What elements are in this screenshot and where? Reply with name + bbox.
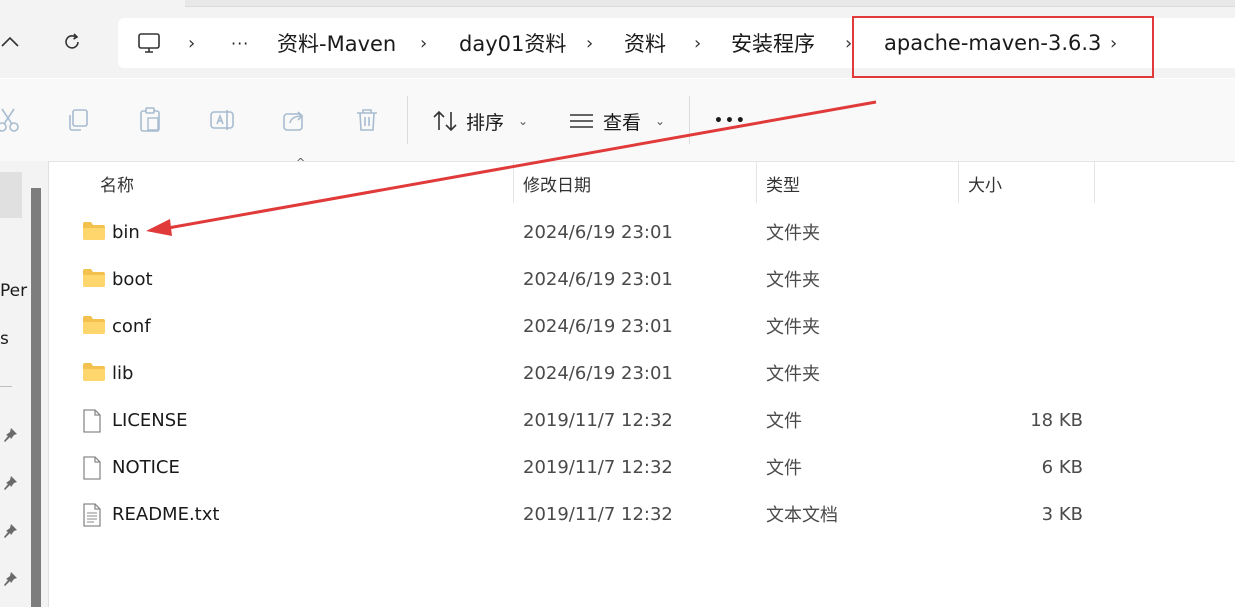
sort-button[interactable]: 排序 ⌄: [432, 104, 528, 138]
breadcrumb-item[interactable]: 资料: [624, 18, 666, 68]
tab-strip-edge: [185, 0, 1235, 7]
file-name[interactable]: lib: [112, 350, 133, 396]
sort-icon: [433, 110, 457, 132]
file-row[interactable]: lib 2024/6/19 23:01 文件夹: [60, 350, 1180, 396]
toolbar-divider: [407, 96, 408, 144]
nav-divider: [0, 386, 12, 387]
copy-icon[interactable]: [62, 104, 94, 136]
text-file-icon: [82, 503, 106, 527]
breadcrumb-item[interactable]: 安装程序: [731, 18, 815, 68]
column-header-type[interactable]: 类型: [766, 161, 800, 205]
more-options-button[interactable]: •••: [714, 104, 747, 138]
annotation-highlight-box: [852, 16, 1154, 78]
file-row[interactable]: boot 2024/6/19 23:01 文件夹: [60, 256, 1180, 302]
folder-icon: [82, 268, 106, 290]
file-type: 文本文档: [766, 505, 838, 526]
column-header-size[interactable]: 大小: [968, 161, 1002, 205]
file-type: 文件夹: [766, 270, 820, 291]
rename-icon[interactable]: [206, 104, 238, 136]
chevron-right-icon: ›: [188, 32, 196, 54]
view-list-icon: [570, 114, 593, 128]
share-icon[interactable]: [278, 104, 310, 136]
file-type: 文件夹: [766, 364, 820, 385]
file-date: 2024/6/19 23:01: [523, 268, 673, 290]
breadcrumb-item[interactable]: day01资料: [459, 18, 566, 68]
file-type: 文件: [766, 411, 802, 432]
file-size: 6 KB: [1041, 456, 1083, 478]
nav-item-selected[interactable]: [0, 172, 22, 218]
breadcrumb-overflow[interactable]: ···: [231, 18, 249, 68]
chevron-right-icon[interactable]: ›: [586, 18, 593, 68]
file-date: 2024/6/19 23:01: [523, 362, 673, 384]
pin-icon[interactable]: [2, 475, 18, 491]
file-name[interactable]: README.txt: [112, 491, 219, 537]
nav-pane-scrollbar[interactable]: [31, 188, 41, 607]
nav-item-label[interactable]: Per: [0, 281, 27, 301]
file-icon: [82, 409, 106, 433]
nav-item-label[interactable]: s: [0, 329, 9, 349]
column-header-name[interactable]: 名称: [100, 161, 134, 205]
view-label: 查看: [603, 111, 642, 134]
file-size: 3 KB: [1041, 503, 1083, 525]
file-type: 文件夹: [766, 223, 820, 244]
file-row[interactable]: conf 2024/6/19 23:01 文件夹: [60, 303, 1180, 349]
toolbar-divider: [689, 96, 690, 144]
file-date: 2019/11/7 12:32: [523, 409, 673, 431]
delete-icon[interactable]: [351, 104, 383, 136]
cut-icon[interactable]: [0, 104, 24, 136]
file-row[interactable]: bin 2024/6/19 23:01 文件夹: [60, 209, 1180, 255]
chevron-down-icon: ⌄: [518, 114, 529, 128]
file-size: 18 KB: [1030, 409, 1083, 431]
column-divider[interactable]: [958, 161, 959, 203]
file-row[interactable]: NOTICE 2019/11/7 12:32 文件 6 KB: [60, 444, 1180, 490]
file-name[interactable]: boot: [112, 256, 153, 302]
pin-icon[interactable]: [2, 571, 18, 587]
file-date: 2024/6/19 23:01: [523, 315, 673, 337]
pin-icon[interactable]: [2, 427, 18, 443]
file-type: 文件: [766, 458, 802, 479]
column-divider[interactable]: [1094, 161, 1095, 203]
sort-ascending-icon: ^: [296, 156, 306, 169]
folder-icon: [82, 315, 106, 337]
folder-icon: [82, 221, 106, 243]
breadcrumb-item[interactable]: 资料-Maven: [277, 18, 396, 68]
file-date: 2024/6/19 23:01: [523, 221, 673, 243]
column-divider[interactable]: [513, 161, 514, 203]
paste-icon[interactable]: [134, 104, 166, 136]
file-date: 2019/11/7 12:32: [523, 503, 673, 525]
column-header-date[interactable]: 修改日期: [523, 161, 591, 205]
folder-icon: [82, 362, 106, 384]
pin-icon[interactable]: [2, 523, 18, 539]
sort-label: 排序: [466, 111, 505, 134]
file-row[interactable]: LICENSE 2019/11/7 12:32 文件 18 KB: [60, 397, 1180, 443]
file-name[interactable]: bin: [112, 209, 140, 255]
file-size: [960, 209, 1083, 255]
file-size: [960, 256, 1083, 302]
chevron-down-icon: ⌄: [655, 114, 666, 128]
computer-icon[interactable]: [131, 25, 167, 61]
file-row[interactable]: README.txt 2019/11/7 12:32 文本文档 3 KB: [60, 491, 1180, 537]
file-icon: [82, 456, 106, 480]
file-name[interactable]: conf: [112, 303, 151, 349]
file-size: [960, 350, 1083, 396]
file-type: 文件夹: [766, 317, 820, 338]
column-divider[interactable]: [756, 161, 757, 203]
refresh-icon[interactable]: [54, 24, 90, 60]
view-button[interactable]: 查看 ⌄: [569, 104, 665, 138]
file-name[interactable]: LICENSE: [112, 397, 188, 443]
file-name[interactable]: NOTICE: [112, 444, 180, 490]
file-size: [960, 303, 1083, 349]
file-date: 2019/11/7 12:32: [523, 456, 673, 478]
chevron-right-icon[interactable]: ›: [420, 18, 427, 68]
navigation-pane: [0, 161, 49, 607]
up-arrow-icon[interactable]: [0, 24, 28, 60]
chevron-right-icon[interactable]: ›: [694, 18, 701, 68]
column-header-row: 名称 修改日期 类型 大小: [50, 161, 1235, 205]
